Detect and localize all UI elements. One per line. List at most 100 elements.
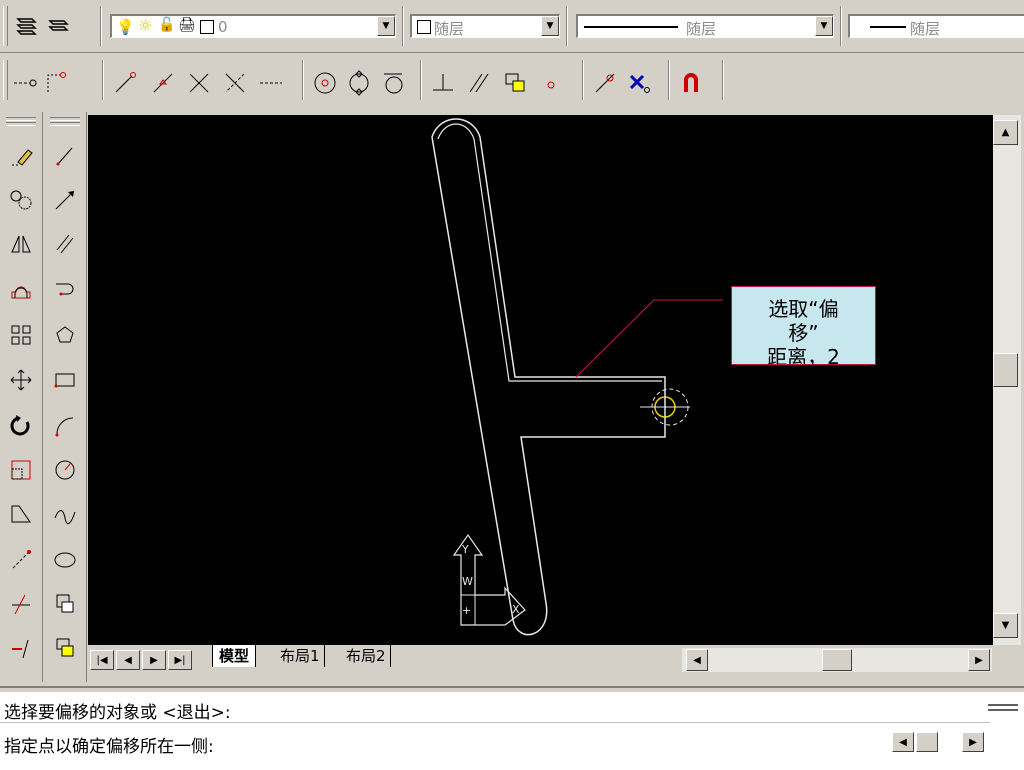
snap-midpoint-button[interactable]	[150, 70, 176, 96]
tab-layout2[interactable]: 布局2	[342, 645, 391, 667]
snap-apparent-intersection-button[interactable]	[222, 70, 248, 96]
scale-button[interactable]	[3, 452, 39, 488]
chevron-down-icon[interactable]: ▼	[377, 16, 395, 36]
tab-layout1[interactable]: 布局1	[276, 645, 325, 667]
ucs-w-label: W	[462, 575, 473, 588]
extend-icon	[12, 639, 29, 659]
previous-tab-icon[interactable]: ◀	[116, 650, 140, 670]
spline-icon	[54, 510, 76, 525]
scroll-left-icon[interactable]: ◀	[686, 649, 708, 671]
vertical-scrollbar[interactable]: ▲ ▼	[993, 115, 1021, 645]
cmd-scroll-thumb[interactable]	[916, 732, 938, 752]
erase-button[interactable]	[3, 138, 39, 174]
last-tab-icon[interactable]: ▶|	[168, 650, 192, 670]
snap-center-button[interactable]	[312, 70, 338, 96]
rotate-button[interactable]	[3, 408, 39, 444]
quadrant-icon	[349, 70, 369, 96]
next-tab-icon[interactable]: ▶	[142, 650, 166, 670]
temp-tracking-button[interactable]	[12, 70, 38, 96]
multiline-button[interactable]	[47, 226, 83, 262]
stretch-button[interactable]	[3, 496, 39, 532]
rectangle-button[interactable]	[47, 362, 83, 398]
tangent-icon	[384, 73, 403, 94]
spline-button[interactable]	[47, 496, 83, 532]
snap-node-button[interactable]	[538, 70, 564, 96]
extend-button[interactable]	[3, 630, 39, 666]
snap-extension-button[interactable]	[258, 70, 284, 96]
snap-quadrant-button[interactable]	[346, 70, 372, 96]
make-block-button[interactable]	[47, 630, 83, 666]
lengthen-button[interactable]	[3, 542, 39, 578]
ellipse-button[interactable]	[47, 542, 83, 578]
trim-button[interactable]	[3, 586, 39, 622]
osnap-settings-button[interactable]	[678, 70, 704, 96]
endpoint-snap-icon	[14, 79, 37, 87]
scroll-thumb[interactable]	[822, 649, 852, 671]
mirror-button[interactable]	[3, 226, 39, 262]
rotate-icon	[10, 415, 30, 436]
scroll-thumb[interactable]	[993, 353, 1018, 387]
line-button[interactable]	[47, 138, 83, 174]
snap-nearest-button[interactable]	[592, 70, 618, 96]
cmd-scroll-left-icon[interactable]: ◀	[892, 732, 914, 752]
arc-button[interactable]	[47, 408, 83, 444]
drawing-offset	[437, 123, 662, 382]
node-icon	[547, 81, 555, 89]
layer-combo[interactable]: 💡 ☼ 🔓 🖨 0 ▼	[110, 14, 396, 38]
construction-line-button[interactable]	[47, 182, 83, 218]
first-tab-icon[interactable]: |◀	[90, 650, 114, 670]
lineweight-combo-text: 随层	[910, 20, 941, 38]
insert-block-button[interactable]	[47, 586, 83, 622]
snap-insert-button[interactable]	[502, 70, 528, 96]
snap-parallel-button[interactable]	[466, 70, 492, 96]
polyline-icon	[56, 283, 74, 296]
line-icon	[56, 147, 73, 166]
snap-intersection-button[interactable]	[186, 70, 212, 96]
scroll-right-icon[interactable]: ▶	[968, 649, 990, 671]
color-combo[interactable]: 随层 ▼	[410, 14, 560, 38]
scroll-down-icon[interactable]: ▼	[993, 613, 1018, 638]
circle-button[interactable]	[47, 452, 83, 488]
polygon-button[interactable]	[47, 317, 83, 353]
move-button[interactable]	[3, 362, 39, 398]
rectangle-icon	[54, 373, 75, 388]
lineweight-combo[interactable]: 随层	[848, 14, 1024, 38]
layer-manager-button[interactable]	[14, 12, 40, 38]
sun-icon: ☼	[138, 16, 153, 35]
cmd-scroll-right-icon[interactable]: ▶	[962, 732, 984, 752]
chevron-down-icon[interactable]: ▼	[541, 16, 559, 36]
make-block-icon	[56, 638, 74, 657]
array-button[interactable]	[3, 317, 39, 353]
tab-model[interactable]: 模型	[212, 645, 257, 667]
horizontal-scrollbar[interactable]: ◀ ▶	[682, 648, 992, 672]
lengthen-icon	[12, 550, 31, 569]
snap-tangent-button[interactable]	[380, 70, 406, 96]
plot-icon: 🖨	[178, 17, 196, 33]
ucs-origin-mark: +	[462, 604, 472, 617]
copy-button[interactable]	[3, 182, 39, 218]
scroll-up-icon[interactable]: ▲	[993, 120, 1018, 145]
mline-icon	[56, 234, 74, 254]
toolbar-grip[interactable]	[3, 6, 8, 46]
ucs-y-label: Y	[462, 543, 469, 556]
offset-button[interactable]	[3, 272, 39, 308]
command-splitter-icon[interactable]	[988, 698, 1018, 716]
snap-endpoint-button[interactable]	[112, 70, 138, 96]
circle-icon	[55, 460, 75, 480]
snap-none-button[interactable]	[626, 70, 652, 96]
command-prompt-line[interactable]: 指定点以确定偏移所在一侧:	[4, 732, 214, 757]
layer-previous-button[interactable]	[46, 12, 72, 38]
offset-icon	[11, 286, 31, 299]
chevron-down-icon[interactable]: ▼	[815, 16, 833, 36]
snap-from-button[interactable]	[42, 70, 68, 96]
layers-manager-icon	[16, 18, 37, 35]
polyline-button[interactable]	[47, 272, 83, 308]
drawing-canvas[interactable]: Y W X + 选取“偏 移” 距离，2	[88, 115, 993, 645]
command-window[interactable]: 选择要偏移的对象或 <退出>: 指定点以确定偏移所在一侧: ◀ ▶	[0, 686, 1024, 770]
lineweight-sample-icon	[870, 26, 906, 28]
linetype-combo[interactable]: 随层 ▼	[576, 14, 834, 38]
toolbar-grip[interactable]	[3, 60, 8, 100]
snap-perpendicular-button[interactable]	[430, 70, 456, 96]
center-icon	[314, 72, 336, 94]
array-icon	[11, 325, 31, 345]
